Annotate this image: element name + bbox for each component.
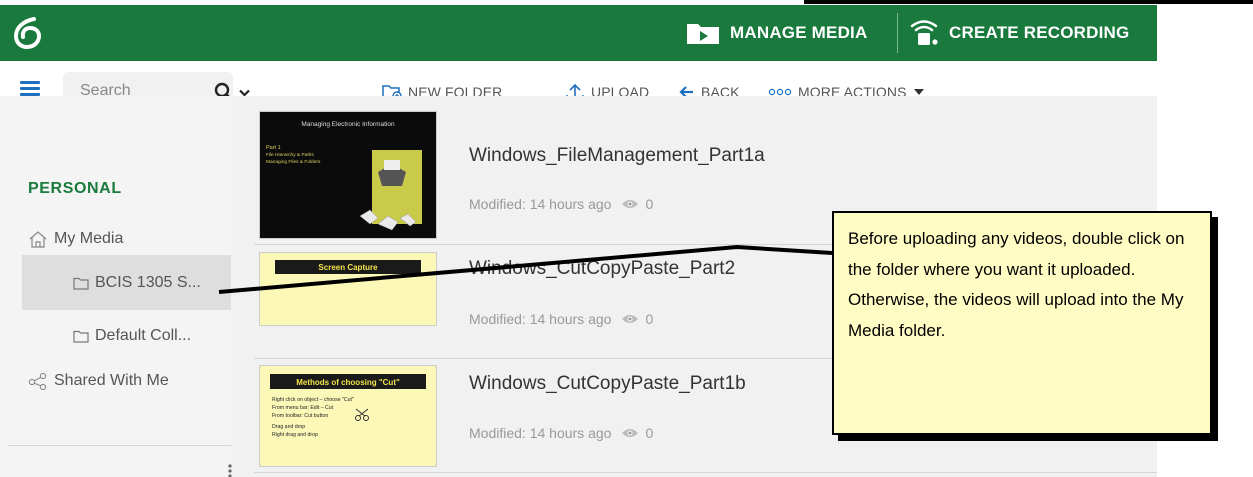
recording-device-icon [909, 18, 939, 48]
entry-thumbnail[interactable]: Managing Electronic Information Part 1 F… [259, 111, 437, 239]
thumb-part: Part 1 [266, 145, 281, 151]
entry-views: 0 [645, 196, 654, 212]
sidebar-folder-bcis[interactable]: BCIS 1305 S... [73, 274, 201, 292]
entry-title[interactable]: Windows_CutCopyPaste_Part1b [469, 373, 746, 395]
thumb-line-2: Managing Files & Folders [266, 159, 321, 165]
entry-title[interactable]: Windows_CutCopyPaste_Part2 [469, 258, 735, 280]
callout-text: Before uploading any videos, double clic… [848, 229, 1185, 340]
entry-thumbnail[interactable]: Screen Capture [259, 252, 437, 326]
thumb-line-1: File Hierarchy & Paths [266, 152, 314, 158]
sidebar-item-label: Shared With Me [54, 372, 169, 389]
menu-icon[interactable] [20, 81, 40, 97]
eye-icon [621, 313, 639, 325]
entry-modified: Modified: 14 hours ago [469, 311, 612, 327]
instruction-callout: Before uploading any videos, double clic… [832, 211, 1212, 435]
header-divider [897, 13, 898, 53]
entry-thumbnail[interactable]: Methods of choosing "Cut" Right click on… [259, 365, 437, 467]
entry-meta: Modified: 14 hours ago 0 [469, 311, 653, 327]
sidebar-item-shared[interactable]: Shared With Me [28, 372, 169, 390]
entry-title[interactable]: Windows_FileManagement_Part1a [469, 145, 765, 167]
thumb-heading: Managing Electronic Information [301, 121, 395, 128]
eye-icon [621, 427, 639, 439]
create-recording-label: CREATE RECORDING [949, 23, 1130, 42]
manage-media-label: MANAGE MEDIA [730, 23, 868, 42]
folder-label: BCIS 1305 S... [95, 274, 201, 291]
thumb-bullet-2: From menu bar: Edit – Cut [272, 405, 334, 411]
sidebar-heading: PERSONAL [28, 180, 122, 197]
share-icon [28, 372, 48, 390]
app-logo-icon[interactable] [10, 15, 46, 51]
entry-meta: Modified: 14 hours ago 0 [469, 425, 653, 441]
manage-media-button[interactable]: MANAGE MEDIA [686, 5, 867, 61]
top-edge-strip [804, 0, 1253, 4]
row-divider [254, 472, 1157, 473]
sidebar-folder-default[interactable]: Default Coll... [73, 327, 191, 345]
thumb-heading: Methods of choosing "Cut" [296, 378, 400, 387]
sidebar-divider [8, 445, 231, 446]
header-bar: MANAGE MEDIA CREATE RECORDING [0, 5, 1157, 61]
entry-meta: Modified: 14 hours ago 0 [469, 196, 653, 212]
home-icon [28, 230, 48, 248]
entry-views: 0 [645, 311, 654, 327]
folder-icon [73, 277, 89, 290]
entry-modified: Modified: 14 hours ago [469, 425, 612, 441]
sidebar-item-my-media[interactable]: My Media [28, 230, 123, 248]
resize-handle-icon[interactable] [227, 464, 233, 477]
create-recording-button[interactable]: CREATE RECORDING [909, 5, 1129, 61]
thumb-bullet-5: Right drag and drop [272, 432, 318, 438]
folder-label: Default Coll... [95, 327, 192, 344]
sidebar-item-label: My Media [54, 230, 124, 247]
entry-views: 0 [645, 425, 654, 441]
thumb-bullet-1: Right click on object – choose "Cut" [272, 397, 354, 403]
thumb-heading: Screen Capture [318, 263, 378, 272]
caret-down-icon [913, 89, 924, 95]
more-dots-icon [768, 88, 792, 96]
folder-icon [73, 330, 89, 343]
media-folder-icon [686, 21, 720, 45]
entry-modified: Modified: 14 hours ago [469, 196, 612, 212]
thumb-bullet-3: From toolbar: Cut button [272, 413, 328, 419]
thumb-bullet-4: Drag and drop [272, 424, 305, 430]
eye-icon [621, 198, 639, 210]
